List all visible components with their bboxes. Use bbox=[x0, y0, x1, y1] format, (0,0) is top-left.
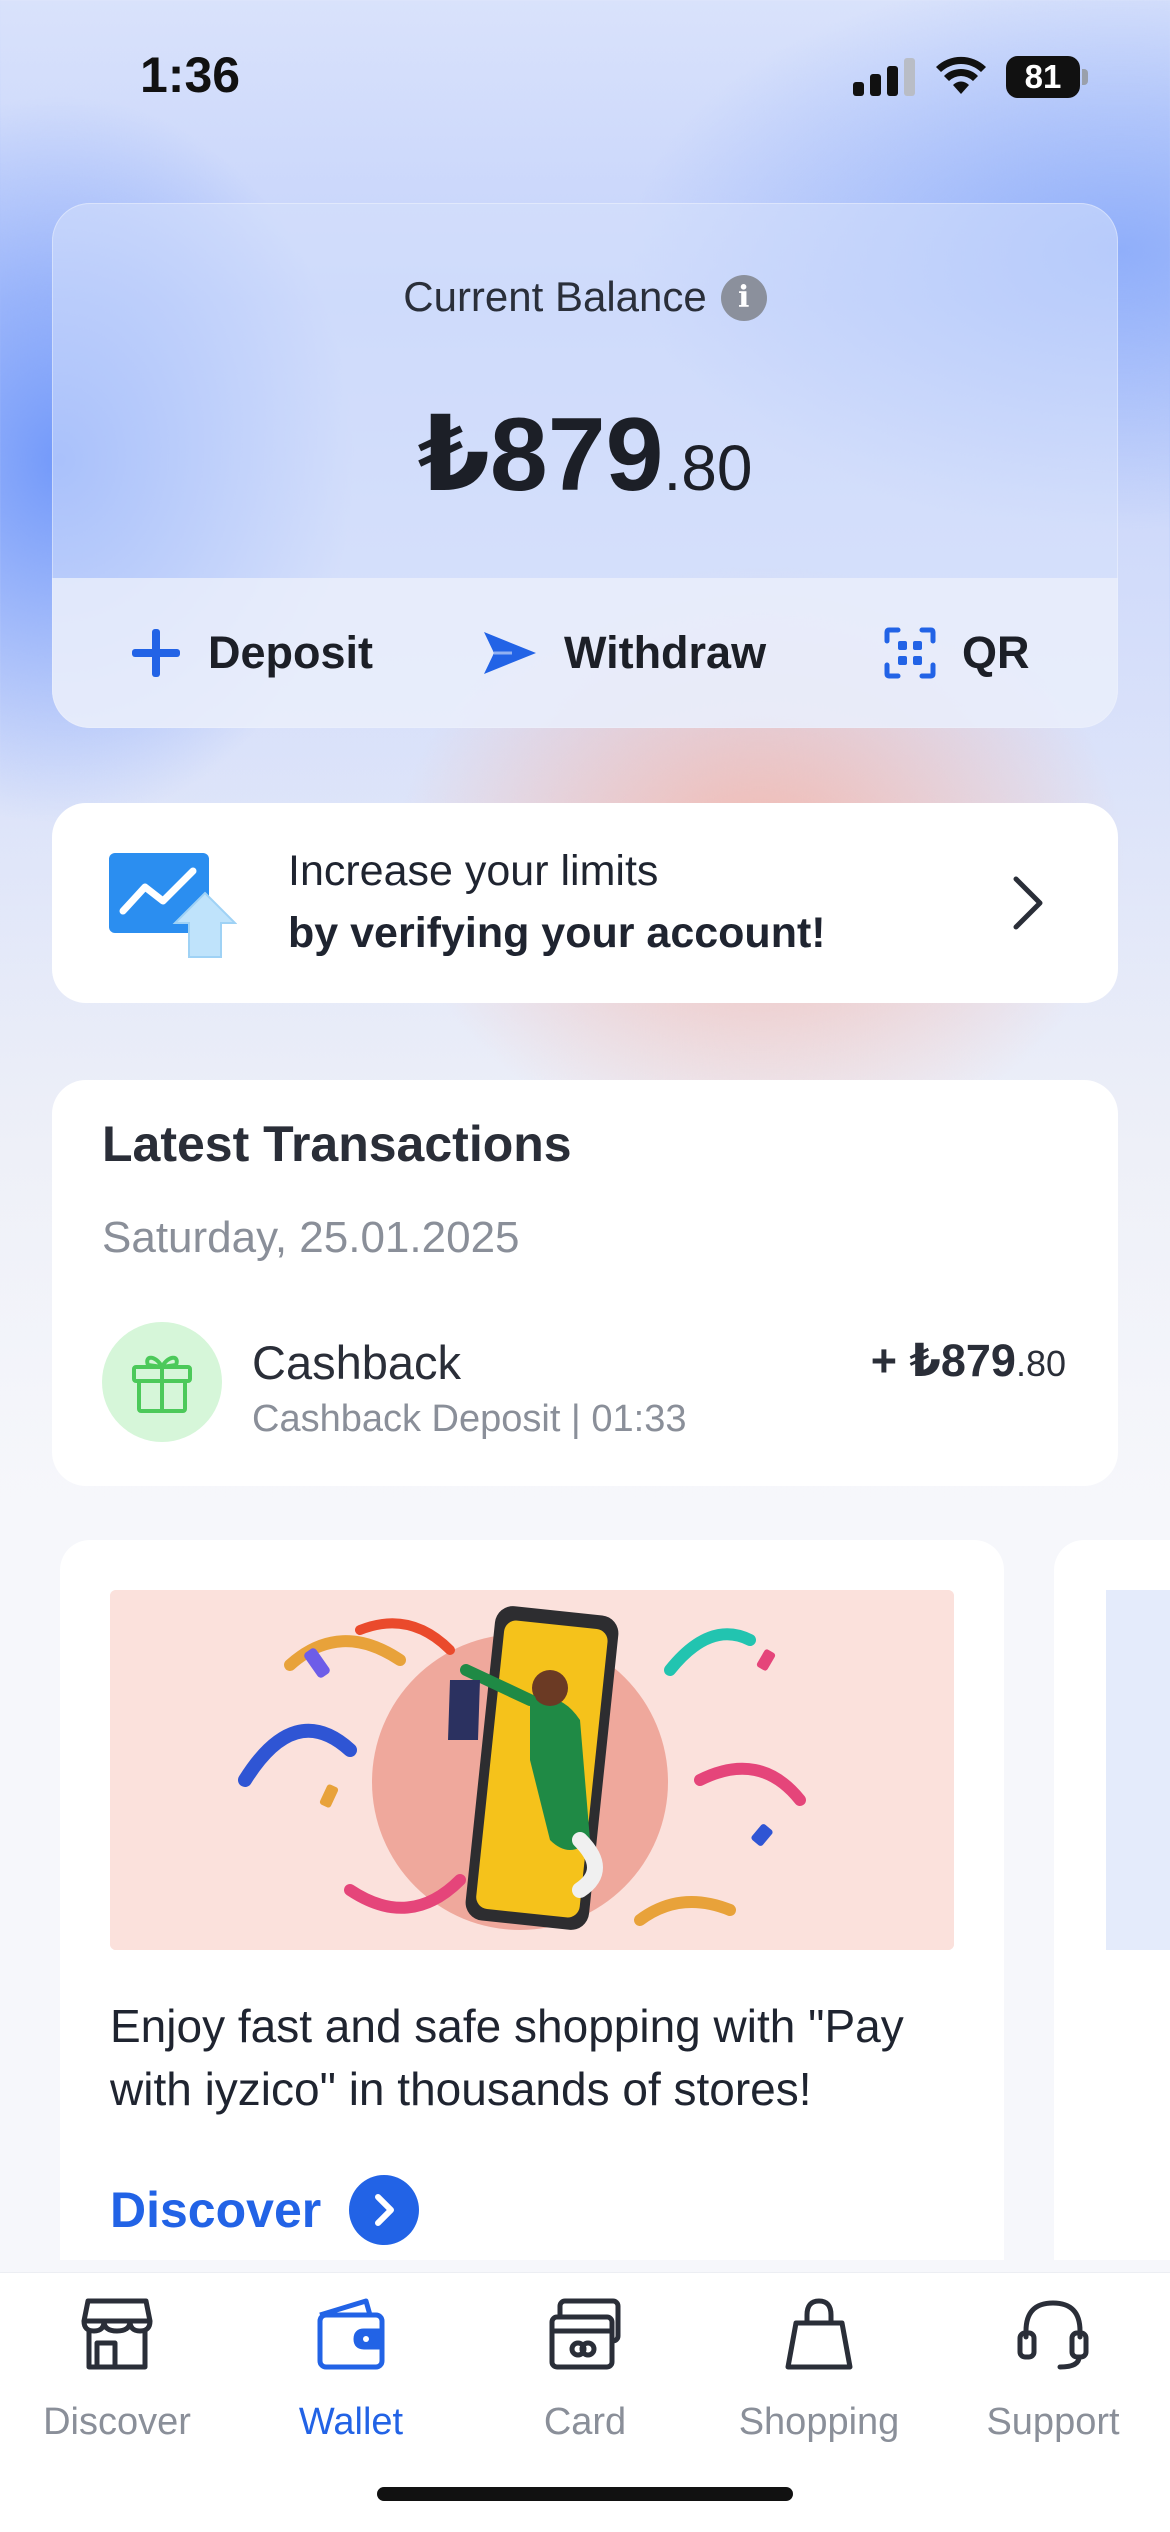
transaction-amount: + ₺879.80 bbox=[871, 1334, 1066, 1387]
qr-icon bbox=[884, 627, 936, 679]
balance-title: Current Balance bbox=[403, 273, 707, 320]
withdraw-label: Withdraw bbox=[564, 627, 767, 678]
plus-icon bbox=[132, 629, 180, 677]
shopping-bag-icon bbox=[785, 2298, 853, 2370]
balance-title-row: Current Balance i bbox=[52, 273, 1118, 321]
transaction-subtitle: Cashback Deposit | 01:33 bbox=[252, 1398, 687, 1440]
balance-amount-minor: .80 bbox=[663, 432, 753, 504]
transaction-name: Cashback bbox=[252, 1336, 461, 1389]
balance-card: Current Balance i ₺879.80 Deposit Withdra… bbox=[52, 203, 1118, 728]
tab-discover[interactable]: Discover bbox=[0, 2273, 234, 2473]
send-icon bbox=[484, 632, 536, 674]
tab-support-label: Support bbox=[986, 2401, 1120, 2443]
tab-shopping[interactable]: Shopping bbox=[702, 2273, 936, 2473]
discover-link-label: Discover bbox=[110, 2182, 322, 2238]
wallet-icon bbox=[317, 2298, 385, 2370]
gift-icon bbox=[102, 1322, 222, 1442]
transactions-date: Saturday, 25.01.2025 bbox=[102, 1213, 520, 1262]
balance-actions: Deposit Withdraw QR bbox=[52, 578, 1118, 728]
tab-wallet[interactable]: Wallet bbox=[234, 2273, 468, 2473]
tab-card-label: Card bbox=[543, 2401, 627, 2443]
qr-button[interactable]: QR bbox=[884, 578, 1030, 728]
tab-support[interactable]: Support bbox=[936, 2273, 1170, 2473]
verify-line2: by verifying your account! bbox=[288, 909, 826, 957]
deposit-label: Deposit bbox=[208, 627, 374, 678]
deposit-button[interactable]: Deposit bbox=[130, 578, 373, 728]
card-icon bbox=[549, 2298, 621, 2370]
wifi-icon bbox=[936, 56, 986, 94]
transaction-amount-major: + ₺879 bbox=[870, 1335, 1016, 1386]
status-bar: 1:36 81 bbox=[0, 0, 1170, 150]
verify-account-banner[interactable]: Increase your limits by verifying your a… bbox=[52, 803, 1118, 1003]
headset-icon bbox=[1017, 2300, 1089, 2370]
home-indicator bbox=[377, 2487, 793, 2501]
limit-increase-illustration bbox=[109, 853, 237, 958]
next-promo-card[interactable] bbox=[1054, 1540, 1170, 2260]
promo-card[interactable]: Enjoy fast and safe shopping with "Pay w… bbox=[60, 1540, 1004, 2260]
tab-card[interactable]: Card bbox=[468, 2273, 702, 2473]
chevron-right-icon bbox=[349, 2175, 420, 2245]
chevron-right-icon bbox=[1013, 876, 1043, 930]
status-time: 1:36 bbox=[140, 47, 241, 103]
verify-line1: Increase your limits bbox=[288, 847, 659, 895]
next-promo-image bbox=[1106, 1590, 1170, 1950]
signal-icon bbox=[853, 58, 915, 96]
latest-transactions-card: Latest Transactions Saturday, 25.01.2025… bbox=[52, 1080, 1118, 1486]
withdraw-button[interactable]: Withdraw bbox=[482, 578, 766, 728]
battery-level: 81 bbox=[1006, 56, 1080, 98]
tab-discover-label: Discover bbox=[43, 2401, 191, 2443]
discover-link[interactable]: Discover bbox=[110, 2175, 420, 2245]
qr-label: QR bbox=[962, 627, 1030, 678]
promo-image bbox=[110, 1590, 954, 1950]
transactions-title: Latest Transactions bbox=[102, 1116, 572, 1172]
store-icon bbox=[81, 2298, 153, 2370]
battery-icon: 81 bbox=[1006, 56, 1088, 98]
battery-tip bbox=[1082, 69, 1088, 85]
tab-shopping-label: Shopping bbox=[738, 2401, 900, 2443]
tab-wallet-label: Wallet bbox=[298, 2401, 404, 2443]
transaction-amount-minor: .80 bbox=[1015, 1343, 1066, 1384]
balance-amount-major: ₺879 bbox=[417, 397, 664, 513]
balance-amount: ₺879.80 bbox=[52, 393, 1118, 515]
info-icon[interactable]: i bbox=[720, 275, 767, 321]
promo-text: Enjoy fast and safe shopping with "Pay w… bbox=[110, 2000, 904, 2115]
